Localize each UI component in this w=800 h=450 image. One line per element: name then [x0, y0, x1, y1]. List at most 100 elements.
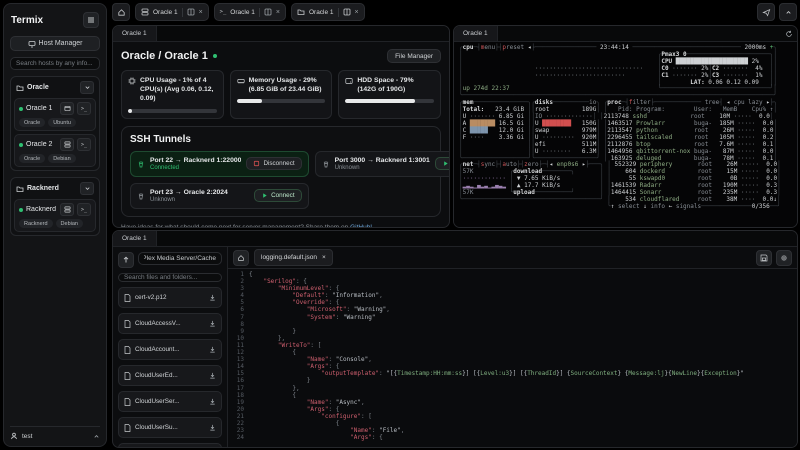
- group-collapse-button[interactable]: [80, 182, 94, 195]
- line-number: 20: [236, 405, 244, 413]
- user-menu[interactable]: test: [10, 426, 100, 440]
- code-area[interactable]: 1{2 "Serilog": {3 "MinimumLevel": {4 "De…: [228, 269, 797, 447]
- host-terminal-button[interactable]: >_: [77, 138, 91, 151]
- terminal-screen[interactable]: ╭cpu─┤menu├┤preset ◂├───────────────── 2…: [454, 42, 797, 227]
- file-manager-button[interactable]: File Manager: [387, 49, 441, 63]
- github-link[interactable]: GitHub!: [350, 224, 372, 227]
- line-number: 1: [240, 271, 244, 278]
- feedback-text: Have ideas for what should come next for…: [121, 224, 350, 227]
- tab-label: Oracle 1: [308, 8, 334, 16]
- line-number: 23: [236, 427, 244, 435]
- tab-files-oracle-1[interactable]: Oracle 1 ×: [290, 3, 365, 21]
- hdd-icon: [345, 78, 353, 84]
- disconnect-button[interactable]: Disconnect: [246, 157, 302, 171]
- cpu-usage-bar: [128, 108, 217, 113]
- close-icon[interactable]: ×: [322, 254, 326, 261]
- refresh-icon[interactable]: [785, 30, 793, 38]
- user-icon: [11, 432, 17, 440]
- code-line: 23 "Name": "File",: [228, 427, 797, 434]
- host-file-manager-button[interactable]: [60, 102, 74, 115]
- line-number: 9: [240, 327, 244, 335]
- editor-home-button[interactable]: [233, 249, 249, 266]
- host-manager-button[interactable]: Host Manager: [10, 36, 100, 51]
- download-icon[interactable]: [209, 320, 216, 327]
- download-icon[interactable]: [209, 294, 216, 301]
- file-name: CloudAccount...: [135, 346, 180, 353]
- terminal-panel: Oracle 1 ╭cpu─┤menu├┤preset ◂├──────────…: [453, 25, 798, 228]
- download-icon[interactable]: [209, 398, 216, 405]
- group-collapse-button[interactable]: [80, 81, 94, 94]
- line-number: 18: [236, 391, 244, 399]
- tab-server-oracle-1[interactable]: Oracle 1 ×: [135, 3, 209, 21]
- file-item[interactable]: CloudUserEd...: [118, 365, 222, 386]
- file-search-input[interactable]: [118, 273, 222, 282]
- split-view-icon[interactable]: [187, 8, 195, 16]
- up-directory-button[interactable]: [118, 252, 134, 268]
- file-item[interactable]: CloudUserSu...: [118, 417, 222, 438]
- sidebar-menu-button[interactable]: [83, 12, 99, 28]
- breadcrumb: Oracle / Oracle 1: [121, 50, 208, 62]
- group-header[interactable]: Oracle: [14, 80, 96, 95]
- panel-tab[interactable]: Oracle 1: [113, 231, 157, 246]
- file-item[interactable]: CloudAccount...: [118, 339, 222, 360]
- line-number: 17: [236, 384, 244, 392]
- host-terminal-button[interactable]: >_: [77, 102, 91, 115]
- editor-tab[interactable]: logging.default.json ×: [254, 249, 333, 266]
- host-name: Oracle 2: [26, 141, 53, 148]
- cpu-icon: [128, 77, 136, 85]
- server-icon: [64, 141, 70, 148]
- close-icon[interactable]: ×: [199, 9, 203, 16]
- save-file-button[interactable]: [756, 249, 772, 266]
- file-manager-panel: Oracle 1 cert-v2.p12 CloudAccessV...: [112, 230, 798, 448]
- line-number: 22: [236, 419, 244, 427]
- collapse-panel-button[interactable]: [779, 3, 797, 21]
- download-icon[interactable]: [209, 346, 216, 353]
- home-button[interactable]: [112, 3, 130, 21]
- host-item-racknerd-1[interactable]: Racknerd 1 >_ Racknerd Debian: [14, 199, 96, 232]
- cpu-usage-card: CPU Usage - 1% of 4 CPU(s) (Avg 0.06, 0.…: [121, 70, 224, 119]
- hamburger-icon: [88, 17, 94, 23]
- download-icon[interactable]: [209, 372, 216, 379]
- code-line: 20 "Args": {: [228, 406, 797, 413]
- host-terminal-button[interactable]: >_: [77, 203, 91, 216]
- stop-icon: [254, 160, 260, 167]
- close-icon[interactable]: ×: [276, 9, 280, 16]
- host-item-oracle-1[interactable]: Oracle 1 >_ Oracle Ubuntu: [14, 98, 96, 131]
- send-button[interactable]: [757, 3, 775, 21]
- folder-icon: [16, 85, 24, 91]
- code-line: 5 "Override": {: [228, 299, 797, 306]
- split-view-icon[interactable]: [264, 8, 272, 16]
- line-number: 11: [236, 341, 244, 349]
- file-item[interactable]: CloudAccessV...: [118, 313, 222, 334]
- download-icon[interactable]: [209, 424, 216, 431]
- code-line: 6 "Microsoft": "Warning",: [228, 306, 797, 313]
- gear-icon: [781, 254, 787, 261]
- code-line: 3 "MinimumLevel": {: [228, 285, 797, 292]
- panel-tab[interactable]: Oracle 1: [113, 26, 157, 41]
- file-name: CloudUserEd...: [135, 372, 178, 379]
- host-group-racknerd: Racknerd Racknerd 1 >_ Racknerd Debian: [10, 177, 100, 236]
- close-icon[interactable]: ×: [355, 9, 359, 16]
- code-line: 13 "Name": "Console",: [228, 356, 797, 363]
- tab-terminal-oracle-1[interactable]: >_ Oracle 1 ×: [213, 3, 286, 21]
- file-item[interactable]: cert-v2.p12: [118, 287, 222, 308]
- file-item[interactable]: CloudUserSer...: [118, 391, 222, 412]
- editor-settings-button[interactable]: [776, 249, 792, 266]
- host-server-button[interactable]: [60, 138, 74, 151]
- panel-tab[interactable]: Oracle 1: [454, 26, 498, 41]
- file-item[interactable]: CloudUser...: [118, 443, 222, 447]
- host-search-input[interactable]: [10, 57, 100, 70]
- connect-button[interactable]: Connect: [434, 157, 449, 171]
- split-view-icon[interactable]: [343, 8, 351, 16]
- hdd-space-card: HDD Space - 79% (142G of 190G): [338, 70, 442, 119]
- host-server-button[interactable]: [60, 203, 74, 216]
- file-icon: [124, 345, 131, 354]
- file-icon: [124, 293, 131, 302]
- connect-button[interactable]: Connect: [254, 189, 302, 203]
- path-input[interactable]: [138, 252, 222, 265]
- line-number: 19: [236, 398, 244, 406]
- ssh-tunnels-title: SSH Tunnels: [130, 133, 191, 145]
- group-header[interactable]: Racknerd: [14, 181, 96, 196]
- host-item-oracle-2[interactable]: Oracle 2 >_ Oracle Debian: [14, 134, 96, 167]
- code-line: 14 "Args": {: [228, 363, 797, 370]
